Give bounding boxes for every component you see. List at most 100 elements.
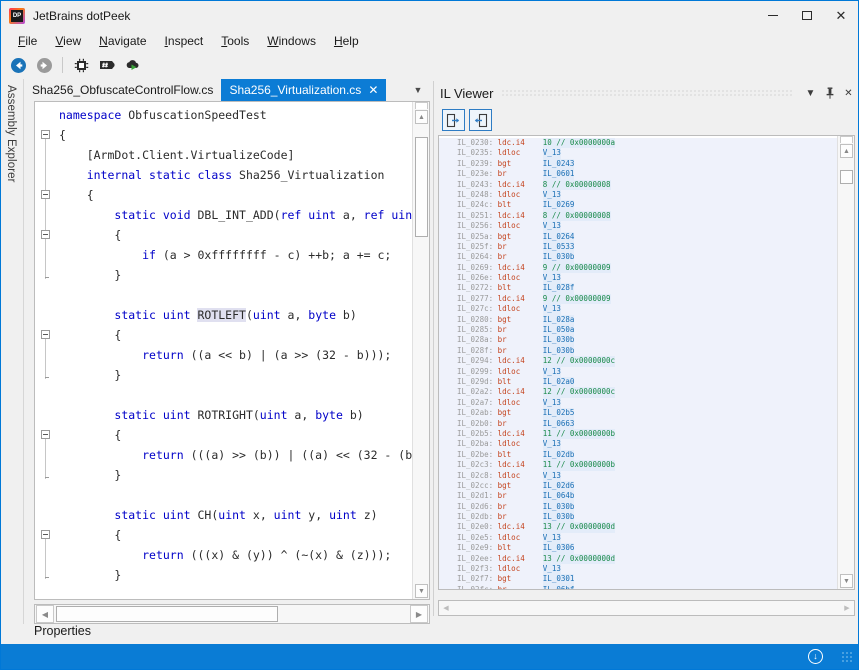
il-operand[interactable]: IL_02db [543,450,575,460]
il-row[interactable]: IL_02cc: bgt IL_02d6 [439,481,839,491]
editor-horizontal-scrollbar[interactable]: ◀ ▶ [34,604,430,624]
il-operand[interactable]: IL_02b5 [543,408,575,418]
il-row[interactable]: IL_0239: bgt IL_0243 [439,159,839,169]
il-row[interactable]: IL_02c3: ldc.i4 11 // 0x0000000b [439,460,839,470]
il-operand[interactable]: 10 // 0x0000000a [543,138,615,148]
il-row[interactable]: IL_025a: bgt IL_0264 [439,232,839,242]
il-operand[interactable]: 12 // 0x0000000c [543,356,615,366]
il-row[interactable]: IL_0294: ldc.i4 12 // 0x0000000c [439,356,839,366]
il-row[interactable]: IL_02e0: ldc.i4 13 // 0x0000000d [439,522,839,532]
il-row[interactable]: IL_0285: br IL_050a [439,325,839,335]
il-operand[interactable]: 8 // 0x00000008 [543,211,611,221]
download-icon[interactable]: ↓ [808,649,823,664]
il-operand[interactable]: IL_0264 [543,232,575,242]
il-operand[interactable]: V_13 [543,564,561,574]
il-row[interactable]: IL_0256: ldloc V_13 [439,221,839,231]
il-operand[interactable]: IL_02d6 [543,481,575,491]
sidebar-item-assembly-explorer[interactable]: Assembly Explorer [5,85,17,183]
il-operand[interactable]: 11 // 0x0000000b [543,429,615,439]
il-row[interactable]: IL_02d6: br IL_030b [439,502,839,512]
il-row[interactable]: IL_02ee: ldc.i4 13 // 0x0000000d [439,554,839,564]
il-row[interactable]: IL_0251: ldc.i4 8 // 0x00000008 [439,211,839,221]
il-row[interactable]: IL_028a: br IL_030b [439,335,839,345]
il-operand[interactable]: IL_0306 [543,543,575,553]
il-operand[interactable]: 9 // 0x00000009 [543,263,611,273]
il-row[interactable]: IL_0243: ldc.i4 8 // 0x00000008 [439,180,839,190]
minimize-button[interactable] [756,1,790,30]
il-operand[interactable]: IL_0243 [543,159,575,169]
il-operand[interactable]: IL_0601 [543,169,575,179]
il-horizontal-scrollbar[interactable]: ◀ ▶ [438,600,855,616]
il-operand[interactable]: IL_0301 [543,574,575,584]
menu-file[interactable]: File [9,32,46,50]
il-row[interactable]: IL_02b0: br IL_0663 [439,419,839,429]
il-operand[interactable]: IL_02a0 [543,377,575,387]
code-text-area[interactable]: namespace ObfuscationSpeedTest{ [ArmDot.… [35,102,413,599]
maximize-button[interactable] [790,1,824,30]
il-instruction-list[interactable]: IL_0230: ldc.i4 10 // 0x0000000aIL_0235:… [438,135,855,590]
il-vertical-scrollbar[interactable]: ▲ ▼ [837,136,854,589]
sync-to-source-icon[interactable] [442,109,465,131]
il-rows-container[interactable]: IL_0230: ldc.i4 10 // 0x0000000aIL_0235:… [439,136,839,589]
il-operand[interactable]: IL_030b [543,512,575,522]
il-operand[interactable]: V_13 [543,148,561,158]
il-row[interactable]: IL_02db: br IL_030b [439,512,839,522]
il-row[interactable]: IL_02a7: ldloc V_13 [439,398,839,408]
il-row[interactable]: IL_0280: bgt IL_028a [439,315,839,325]
code-editor[interactable]: namespace ObfuscationSpeedTest{ [ArmDot.… [34,101,430,600]
il-row[interactable]: IL_0230: ldc.i4 10 // 0x0000000a [439,138,839,148]
il-operand[interactable]: IL_050a [543,325,575,335]
il-row[interactable]: IL_0269: ldc.i4 9 // 0x00000009 [439,263,839,273]
il-row[interactable]: IL_025f: br IL_0533 [439,242,839,252]
il-row[interactable]: IL_02f7: bgt IL_0301 [439,574,839,584]
il-row[interactable]: IL_02a2: ldc.i4 12 // 0x0000000c [439,387,839,397]
il-operand[interactable]: IL_0663 [543,419,575,429]
tab-sha256-virtualization[interactable]: Sha256_Virtualization.cs ✕ [221,79,386,101]
il-row[interactable]: IL_024c: blt IL_0269 [439,200,839,210]
menu-help[interactable]: Help [325,32,368,50]
navigate-forward-icon[interactable] [31,53,57,77]
il-operand[interactable]: V_13 [543,533,561,543]
tab-close-icon[interactable]: ✕ [368,84,378,96]
il-row[interactable]: IL_023e: br IL_0601 [439,169,839,179]
il-operand[interactable]: IL_028f [543,283,575,293]
tab-overflow-chevron-down-icon[interactable]: ▼ [406,79,430,101]
il-row[interactable]: IL_02f3: ldloc V_13 [439,564,839,574]
il-row[interactable]: IL_02ba: ldloc V_13 [439,439,839,449]
il-row[interactable]: IL_0248: ldloc V_13 [439,190,839,200]
il-operand[interactable]: V_13 [543,439,561,449]
il-operand[interactable]: IL_030b [543,252,575,262]
il-row[interactable]: IL_0277: ldc.i4 9 // 0x00000009 [439,294,839,304]
panel-drag-grip[interactable] [501,89,794,98]
scrollbar-thumb[interactable] [415,137,428,237]
menu-navigate[interactable]: Navigate [90,32,155,50]
editor-vertical-scrollbar[interactable]: ▲ ▼ [412,102,429,599]
il-operand[interactable]: IL_0269 [543,200,575,210]
hscrollbar-track[interactable] [279,605,409,623]
scroll-left-button[interactable]: ◀ [36,605,54,623]
il-operand[interactable]: V_13 [543,273,561,283]
il-row[interactable]: IL_0299: ldloc V_13 [439,367,839,377]
il-row[interactable]: IL_02e9: blt IL_0306 [439,543,839,553]
il-operand[interactable]: V_13 [543,398,561,408]
il-operand[interactable]: 9 // 0x00000009 [543,294,611,304]
properties-label[interactable]: Properties [24,624,430,638]
il-operand[interactable]: 13 // 0x0000000d [543,522,615,532]
il-operand[interactable]: V_13 [543,221,561,231]
scroll-right-button[interactable]: ▶ [410,605,428,623]
il-operand[interactable]: IL_0533 [543,242,575,252]
il-row[interactable]: IL_02be: blt IL_02db [439,450,839,460]
il-row[interactable]: IL_02d1: br IL_064b [439,491,839,501]
il-row[interactable]: IL_02b5: ldc.i4 11 // 0x0000000b [439,429,839,439]
il-operand[interactable]: 11 // 0x0000000b [543,460,615,470]
il-operand[interactable]: 12 // 0x0000000c [543,387,615,397]
il-operand[interactable]: IL_06bf [543,585,575,589]
il-operand[interactable]: IL_030b [543,346,575,356]
il-operand[interactable]: V_13 [543,304,561,314]
il-scroll-up-button[interactable]: ▲ [840,144,853,158]
resize-grip-icon[interactable] [841,651,853,663]
il-row[interactable]: IL_02fc: br IL_06bf [439,585,839,589]
il-row[interactable]: IL_02e5: ldloc V_13 [439,533,839,543]
il-scroll-right-button[interactable]: ▶ [840,601,854,615]
scroll-down-button[interactable]: ▼ [415,584,428,598]
